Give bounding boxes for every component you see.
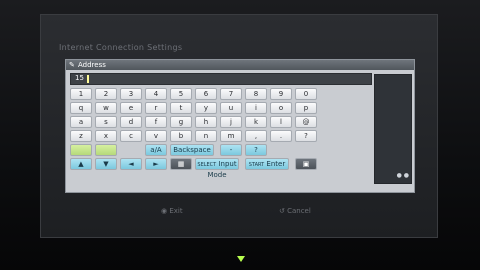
slash-key[interactable]: ? <box>245 144 267 156</box>
key-row4-4[interactable]: b <box>170 130 192 142</box>
key-row4-3[interactable]: v <box>145 130 167 142</box>
pencil-icon: ✎ <box>69 61 75 69</box>
caps-key[interactable] <box>70 144 92 156</box>
text-caret <box>87 75 89 83</box>
dash-key[interactable]: - <box>220 144 242 156</box>
key-row1-1[interactable]: 2 <box>95 88 117 100</box>
key-row2-1[interactable]: w <box>95 102 117 114</box>
key-row4-0[interactable]: z <box>70 130 92 142</box>
key-row1-0[interactable]: 1 <box>70 88 92 100</box>
key-row3-4[interactable]: g <box>170 116 192 128</box>
key-row2-4[interactable]: t <box>170 102 192 114</box>
footer-exit[interactable]: ◉ Exit <box>161 207 183 215</box>
key-row2-6[interactable]: u <box>220 102 242 114</box>
key-row1-4[interactable]: 5 <box>170 88 192 100</box>
enter-key[interactable]: START Enter <box>245 158 289 170</box>
footer-cancel-label: Cancel <box>287 207 311 215</box>
preview-area: ● ● <box>374 74 412 184</box>
key-row2-9[interactable]: p <box>295 102 317 114</box>
address-input[interactable]: 15 <box>70 73 372 85</box>
input-mode-key[interactable]: SELECT Input Mode <box>195 158 239 179</box>
key-row1-5[interactable]: 6 <box>195 88 217 100</box>
key-row4-5[interactable]: n <box>195 130 217 142</box>
power-led-icon <box>237 256 245 262</box>
key-row3-8[interactable]: l <box>270 116 292 128</box>
key-row4-9[interactable]: ? <box>295 130 317 142</box>
chat-key[interactable]: ▣ <box>295 158 317 170</box>
key-row2-2[interactable]: e <box>120 102 142 114</box>
key-row4-6[interactable]: m <box>220 130 242 142</box>
key-row2-0[interactable]: q <box>70 102 92 114</box>
tv-bezel: Internet Connection Settings ✎ Address 1… <box>0 0 480 270</box>
key-row3-2[interactable]: d <box>120 116 142 128</box>
return-icon: ↺ <box>279 207 288 215</box>
key-row3-0[interactable]: a <box>70 116 92 128</box>
panel-header: ✎ Address <box>66 60 414 70</box>
panel-header-label: Address <box>78 61 106 69</box>
page-title: Internet Connection Settings <box>59 43 183 52</box>
up-arrow-key[interactable]: ▲ <box>70 158 92 170</box>
address-value: 15 <box>75 74 84 82</box>
key-row2-3[interactable]: r <box>145 102 167 114</box>
onscreen-keyboard: 1 2 3 4 5 6 7 8 9 0 q w e r t y u i o p a s d f g h j k l @ z x c v b n m,.?… <box>70 88 370 188</box>
key-row2-7[interactable]: i <box>245 102 267 114</box>
key-row3-9[interactable]: @ <box>295 116 317 128</box>
key-row3-5[interactable]: h <box>195 116 217 128</box>
footer-bar: ◉ Exit ↺ Cancel <box>41 205 437 219</box>
left-arrow-key[interactable]: ◄ <box>120 158 142 170</box>
key-row3-3[interactable]: f <box>145 116 167 128</box>
right-arrow-key[interactable]: ► <box>145 158 167 170</box>
key-row1-3[interactable]: 4 <box>145 88 167 100</box>
backspace-key[interactable]: Backspace <box>170 144 214 156</box>
key-row1-7[interactable]: 8 <box>245 88 267 100</box>
case-toggle-key[interactable]: a/A <box>145 144 167 156</box>
key-row3-7[interactable]: k <box>245 116 267 128</box>
symbol-key[interactable] <box>95 144 117 156</box>
key-row4-2[interactable]: c <box>120 130 142 142</box>
key-row2-8[interactable]: o <box>270 102 292 114</box>
footer-exit-label: Exit <box>169 207 183 215</box>
page-dots-icon: ● ● <box>396 172 409 179</box>
tv-screen: Internet Connection Settings ✎ Address 1… <box>40 14 438 238</box>
key-row4-8[interactable]: . <box>270 130 292 142</box>
footer-cancel[interactable]: ↺ Cancel <box>279 207 311 215</box>
key-row1-8[interactable]: 9 <box>270 88 292 100</box>
key-row4-1[interactable]: x <box>95 130 117 142</box>
key-row4-7[interactable]: , <box>245 130 267 142</box>
down-arrow-key[interactable]: ▼ <box>95 158 117 170</box>
keyboard-panel: ✎ Address 15 1234567890 qwertyuiop asdfghj… <box>65 59 415 193</box>
key-row1-2[interactable]: 3 <box>120 88 142 100</box>
key-row1-9[interactable]: 0 <box>295 88 317 100</box>
key-row1-6[interactable]: 7 <box>220 88 242 100</box>
key-row3-6[interactable]: j <box>220 116 242 128</box>
grid-key[interactable]: ▦ <box>170 158 192 170</box>
key-row2-5[interactable]: y <box>195 102 217 114</box>
key-row3-1[interactable]: s <box>95 116 117 128</box>
